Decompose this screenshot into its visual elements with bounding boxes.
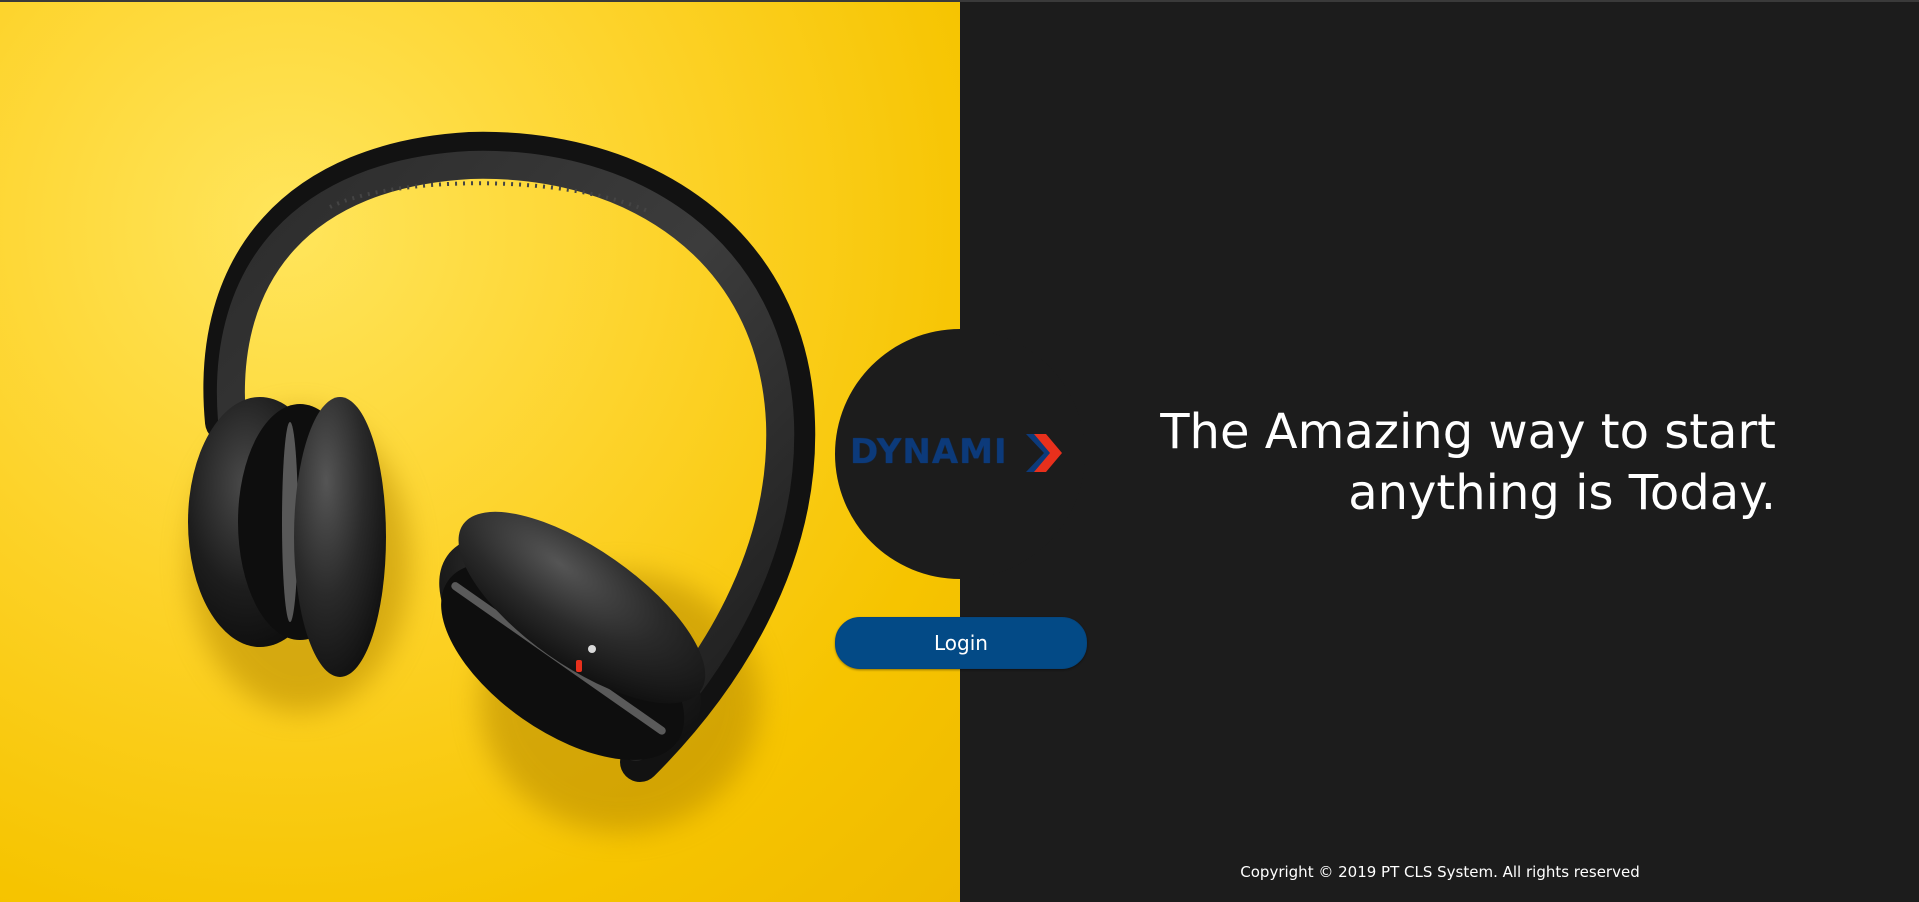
dynamix-logo: DYNAMI — [850, 430, 1070, 474]
logo-text: DYNAMI — [850, 432, 1008, 472]
headphones-photo — [0, 2, 960, 902]
tagline-line-1: The Amazing way to start — [1160, 404, 1776, 460]
tagline-line-2: anything is Today. — [1348, 465, 1776, 521]
login-button[interactable]: Login — [835, 617, 1087, 669]
hero-tagline: The Amazing way to start anything is Tod… — [1050, 402, 1776, 524]
copyright-text: Copyright © 2019 PT CLS System. All righ… — [1240, 863, 1640, 881]
headphones-illustration — [188, 131, 816, 832]
